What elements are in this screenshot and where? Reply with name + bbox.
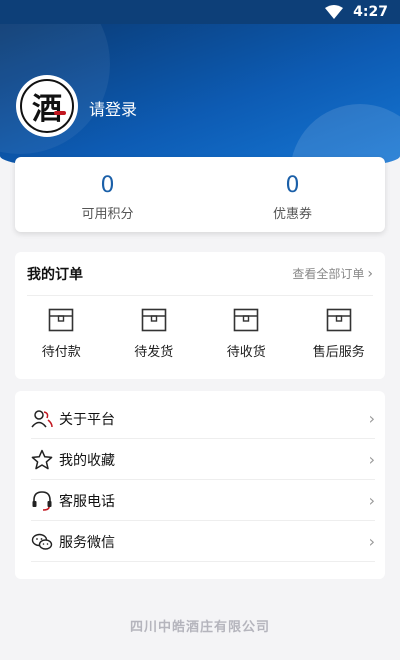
box-icon (141, 308, 167, 332)
coupons-label: 优惠券 (272, 207, 312, 222)
box-icon (48, 308, 74, 332)
order-after-sales[interactable]: 售后服务 (293, 308, 386, 360)
company-name: 四川中皓酒庄有限公司 (129, 620, 270, 635)
orders-title: 我的订单 (27, 266, 83, 283)
order-pending-payment[interactable]: 待付款 (15, 308, 108, 360)
points-stat[interactable]: 0 可用积分 (15, 157, 200, 232)
coupons-stat[interactable]: 0 优惠券 (200, 157, 385, 232)
wechat-icon (31, 531, 53, 553)
box-icon (326, 308, 352, 332)
avatar[interactable]: 酒 (16, 75, 78, 137)
wifi-icon (325, 5, 344, 19)
coupons-value: 0 (285, 173, 300, 198)
menu-item-service-phone[interactable]: 客服电话 › (31, 481, 375, 521)
chevron-right-icon: › (368, 532, 375, 551)
points-value: 0 (100, 173, 115, 198)
avatar-logo: 酒 (20, 79, 74, 133)
order-status-row: 待付款 待发货 待收货 售后服务 (15, 308, 385, 360)
headset-icon (31, 490, 53, 512)
menu-item-favorites[interactable]: 我的收藏 › (31, 440, 375, 480)
menu-item-about-label: 关于平台 (59, 411, 115, 428)
stats-card: 0 可用积分 0 优惠券 (15, 157, 385, 232)
menu-item-wechat[interactable]: 服务微信 › (31, 522, 375, 562)
menu-item-service-phone-label: 客服电话 (59, 493, 115, 510)
status-bar: 4:27 (0, 0, 400, 24)
chevron-right-icon: › (367, 265, 373, 282)
chevron-right-icon: › (368, 409, 375, 428)
menu-item-wechat-label: 服务微信 (59, 534, 115, 551)
login-link[interactable]: 请登录 (89, 96, 137, 120)
order-pending-receipt[interactable]: 待收货 (200, 308, 293, 360)
orders-card: 我的订单 查看全部订单 › 待付款 待发货 待收货 售后服务 (15, 252, 385, 379)
order-after-sales-label: 售后服务 (312, 345, 365, 360)
chevron-right-icon: › (368, 450, 375, 469)
order-pending-shipment[interactable]: 待发货 (108, 308, 201, 360)
status-time: 4:27 (353, 4, 388, 20)
star-icon (31, 449, 53, 471)
menu-item-about[interactable]: 关于平台 › (31, 399, 375, 439)
orders-header: 我的订单 查看全部订单 › (27, 252, 373, 296)
view-all-orders-link[interactable]: 查看全部订单 › (292, 265, 373, 282)
box-icon (233, 308, 259, 332)
order-pending-receipt-label: 待收货 (226, 345, 266, 360)
menu-card: 关于平台 › 我的收藏 › 客服电话 › 服务微信 › (15, 391, 385, 579)
order-pending-shipment-label: 待发货 (134, 345, 174, 360)
chevron-right-icon: › (368, 491, 375, 510)
order-pending-payment-label: 待付款 (41, 345, 81, 360)
users-icon (31, 408, 53, 430)
points-label: 可用积分 (81, 207, 134, 222)
menu-item-favorites-label: 我的收藏 (59, 452, 115, 469)
